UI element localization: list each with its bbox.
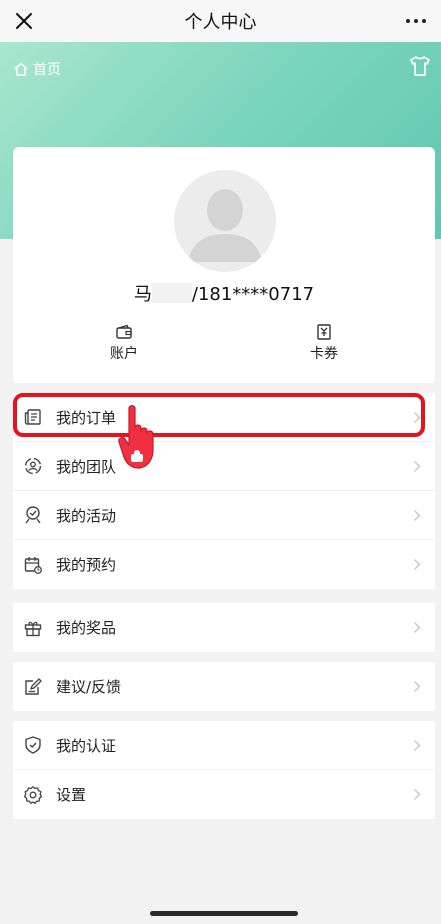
chevron-right-icon [414,740,421,751]
menu-group-prizes: 我的奖品 [13,603,435,652]
menu-item-feedback[interactable]: 建议/反馈 [13,662,435,711]
chevron-right-icon [414,559,421,570]
home-link[interactable]: 首页 [13,59,61,79]
profile-card: 马/181****0717 账户 卡券 [13,147,435,383]
menu-group-settings: 我的认证 设置 [13,721,435,819]
coupon-link[interactable]: 卡券 [274,323,374,363]
redacted-name [151,283,192,303]
coupon-label: 卡券 [310,346,338,362]
gift-icon [24,621,42,636]
team-icon [24,457,42,475]
home-label: 首页 [33,62,61,78]
menu-label: 建议/反馈 [56,678,122,696]
highlight-frame [13,393,425,437]
account-label: 账户 [110,346,138,362]
chevron-right-icon [414,681,421,692]
shield-icon [25,736,41,754]
menu-item-settings[interactable]: 设置 [13,770,435,819]
pointing-hand-icon [118,405,154,469]
user-name-prefix: 马 [133,284,152,305]
menu-label: 我的预约 [56,556,117,574]
chevron-right-icon [414,510,421,521]
more-dot [414,19,418,23]
page-title: 个人中心 [184,12,257,33]
menu-label: 我的团队 [56,457,117,476]
account-link[interactable]: 账户 [74,323,174,363]
close-icon [16,13,32,29]
home-icon [14,62,28,76]
menu-item-appointment[interactable]: 我的预约 [13,540,435,589]
menu-group-feedback: 建议/反馈 [13,662,435,711]
chevron-right-icon [414,789,421,800]
user-phone: /181****0717 [191,284,315,305]
menu-item-prizes[interactable]: 我的奖品 [13,603,435,652]
top-bar: 个人中心 [0,0,441,42]
gear-icon [23,785,43,804]
user-name: 马/181****0717 [13,280,435,306]
close-button[interactable] [10,7,38,35]
menu-item-activity[interactable]: 我的活动 [13,491,435,540]
coupon-icon [317,324,331,340]
menu-label: 我的奖品 [56,619,117,637]
menu-item-team[interactable]: 我的团队 [13,442,435,491]
calendar-icon [24,556,42,574]
more-options-button[interactable] [401,7,431,35]
avatar[interactable] [174,170,276,272]
menu-label: 我的认证 [56,736,117,755]
activity-icon [25,506,41,524]
menu-item-verification[interactable]: 我的认证 [13,721,435,770]
home-indicator [150,911,298,916]
menu-label: 我的活动 [56,506,117,525]
feedback-icon [25,677,42,695]
shirt-icon[interactable] [409,55,431,77]
chevron-right-icon [414,622,421,633]
more-dot [406,19,410,23]
wallet-icon [116,324,132,339]
menu-label: 设置 [56,786,87,804]
more-dot [422,19,426,23]
chevron-right-icon [414,461,421,472]
default-avatar-icon [174,170,276,272]
